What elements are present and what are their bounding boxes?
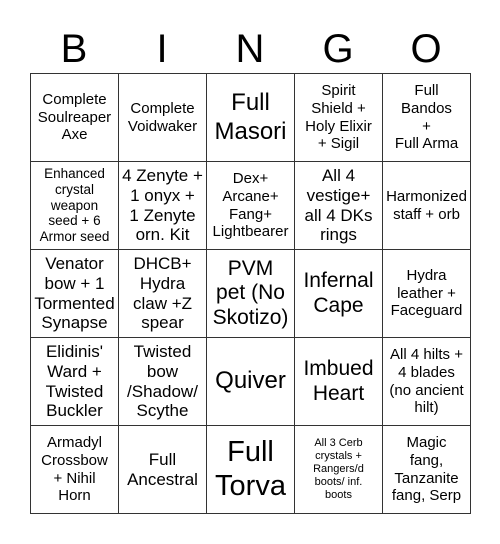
bingo-cell[interactable]: Full Torva [207, 426, 295, 514]
bingo-cell[interactable]: Quiver [207, 338, 295, 426]
bingo-cell[interactable]: Full Ancestral [119, 426, 207, 514]
bingo-board: Complete Soulreaper Axe Complete Voidwak… [30, 73, 471, 514]
bingo-cell[interactable]: PVM pet (No Skotizo) [207, 250, 295, 338]
bingo-cell[interactable]: Twisted bow /Shadow/ Scythe [119, 338, 207, 426]
bingo-cell[interactable]: Imbued Heart [295, 338, 383, 426]
bingo-cell[interactable]: Elidinis' Ward + Twisted Buckler [31, 338, 119, 426]
bingo-cell[interactable]: Armadyl Crossbow + Nihil Horn [31, 426, 119, 514]
bingo-cell[interactable]: Venator bow + 1 Tormented Synapse [31, 250, 119, 338]
bingo-cell[interactable]: Hydra leather + Faceguard [383, 250, 471, 338]
bingo-cell[interactable]: 4 Zenyte + 1 onyx + 1 Zenyte orn. Kit [119, 162, 207, 250]
bingo-cell[interactable]: All 3 Cerb crystals + Rangers/d boots/ i… [295, 426, 383, 514]
header-letter-b: B [60, 27, 88, 71]
bingo-cell[interactable]: All 4 hilts + 4 blades (no ancient hilt) [383, 338, 471, 426]
header-letter-n: N [235, 27, 265, 71]
bingo-cell[interactable]: Harmonized staff + orb [383, 162, 471, 250]
bingo-cell[interactable]: Magic fang, Tanzanite fang, Serp [383, 426, 471, 514]
bingo-cell[interactable]: Enhanced crystal weapon seed + 6 Armor s… [31, 162, 119, 250]
bingo-cell[interactable]: All 4 vestige+ all 4 DKs rings [295, 162, 383, 250]
bingo-cell[interactable]: Full Masori [207, 74, 295, 162]
bingo-cell[interactable]: Spirit Shield + Holy Elixir + Sigil [295, 74, 383, 162]
bingo-cell[interactable]: Infernal Cape [295, 250, 383, 338]
header-letter-i: I [156, 27, 168, 71]
bingo-cell[interactable]: Dex+ Arcane+ Fang+ Lightbearer [207, 162, 295, 250]
bingo-cell[interactable]: Complete Soulreaper Axe [31, 74, 119, 162]
header-letter-g: G [322, 27, 354, 71]
bingo-cell[interactable]: DHCB+ Hydra claw +Z spear [119, 250, 207, 338]
bingo-header: B I N G O [30, 26, 470, 72]
bingo-cell[interactable]: Complete Voidwaker [119, 74, 207, 162]
bingo-cell[interactable]: Full Bandos + Full Arma [383, 74, 471, 162]
header-letter-o: O [410, 27, 442, 71]
